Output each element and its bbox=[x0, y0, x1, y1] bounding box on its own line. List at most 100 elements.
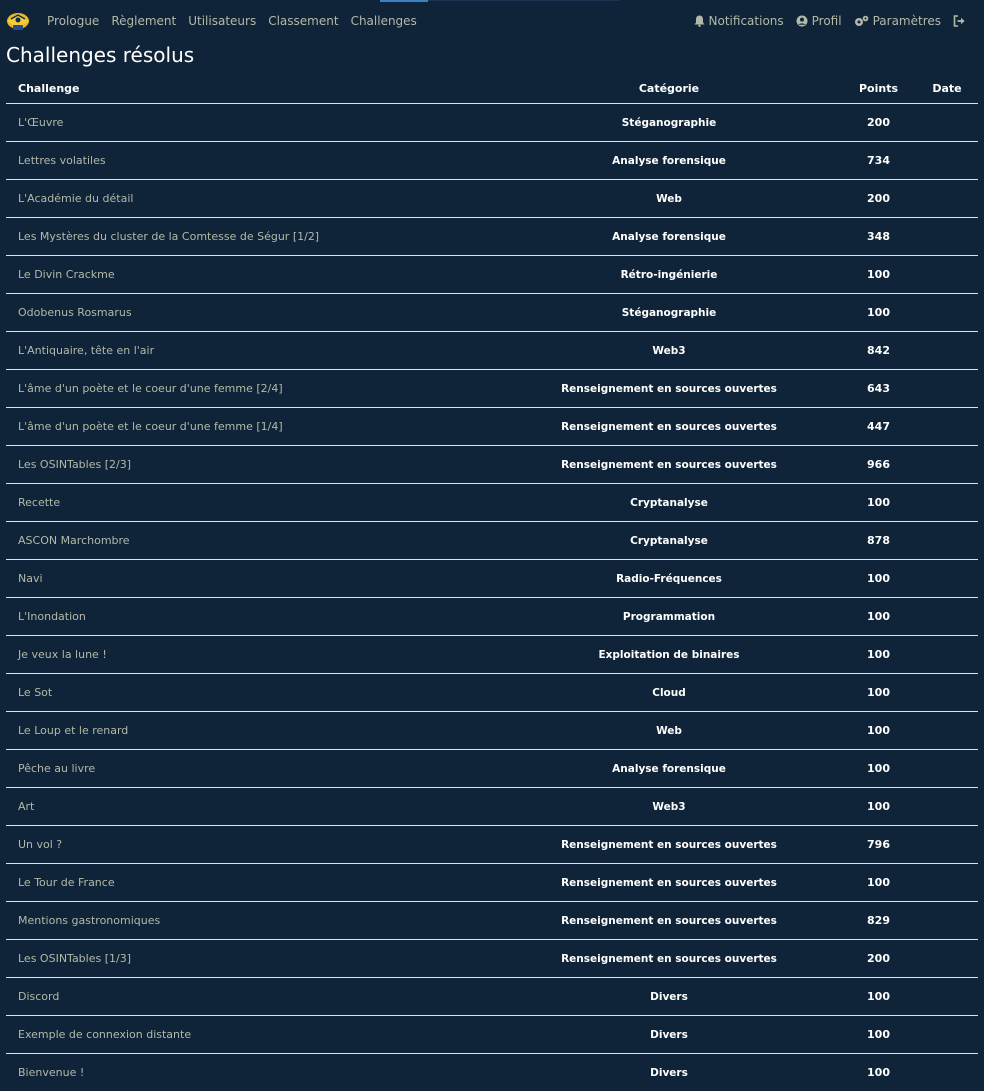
points-cell: 100 bbox=[841, 560, 916, 598]
challenge-link[interactable]: Pêche au livre bbox=[6, 750, 497, 788]
points-cell: 100 bbox=[841, 788, 916, 826]
challenge-link[interactable]: Le Divin Crackme bbox=[6, 256, 497, 294]
ctf-logo-icon[interactable] bbox=[5, 9, 31, 33]
category-cell: Programmation bbox=[497, 598, 841, 636]
challenge-link[interactable]: Un vol ? bbox=[6, 826, 497, 864]
category-cell: Web3 bbox=[497, 788, 841, 826]
category-cell: Analyse forensique bbox=[497, 218, 841, 256]
settings-link[interactable]: Paramètres bbox=[854, 13, 941, 29]
challenge-link[interactable]: Le Loup et le renard bbox=[6, 712, 497, 750]
challenge-link[interactable]: L'Œuvre bbox=[6, 104, 497, 142]
challenge-link[interactable]: ASCON Marchombre bbox=[6, 522, 497, 560]
date-cell bbox=[916, 180, 978, 218]
nav-utilisateurs[interactable]: Utilisateurs bbox=[188, 13, 256, 29]
challenge-link[interactable]: Odobenus Rosmarus bbox=[6, 294, 497, 332]
category-cell: Cryptanalyse bbox=[497, 484, 841, 522]
challenge-link[interactable]: L'Inondation bbox=[6, 598, 497, 636]
challenge-link[interactable]: Exemple de connexion distante bbox=[6, 1016, 497, 1054]
table-row: Pêche au livreAnalyse forensique100 bbox=[6, 750, 978, 788]
date-cell bbox=[916, 978, 978, 1016]
table-row: Les OSINTables [1/3]Renseignement en sou… bbox=[6, 940, 978, 978]
nav-prologue[interactable]: Prologue bbox=[47, 13, 99, 29]
table-row: RecetteCryptanalyse100 bbox=[6, 484, 978, 522]
table-row: Odobenus RosmarusStéganographie100 bbox=[6, 294, 978, 332]
nav-challenges[interactable]: Challenges bbox=[351, 13, 417, 29]
date-cell bbox=[916, 256, 978, 294]
table-row: L'âme d'un poète et le coeur d'une femme… bbox=[6, 370, 978, 408]
header-category: Catégorie bbox=[497, 74, 841, 104]
category-cell: Renseignement en sources ouvertes bbox=[497, 940, 841, 978]
challenge-link[interactable]: Bienvenue ! bbox=[6, 1054, 497, 1091]
table-row: Les Mystères du cluster de la Comtesse d… bbox=[6, 218, 978, 256]
table-row: L'âme d'un poète et le coeur d'une femme… bbox=[6, 408, 978, 446]
notifications-link[interactable]: Notifications bbox=[694, 13, 784, 29]
settings-label: Paramètres bbox=[873, 13, 941, 29]
category-cell: Web3 bbox=[497, 332, 841, 370]
challenge-link[interactable]: Les OSINTables [1/3] bbox=[6, 940, 497, 978]
category-cell: Renseignement en sources ouvertes bbox=[497, 370, 841, 408]
header-date: Date bbox=[916, 74, 978, 104]
challenge-link[interactable]: L'âme d'un poète et le coeur d'une femme… bbox=[6, 408, 497, 446]
date-cell bbox=[916, 560, 978, 598]
logout-link[interactable] bbox=[953, 15, 970, 27]
table-row: Lettres volatilesAnalyse forensique734 bbox=[6, 142, 978, 180]
date-cell bbox=[916, 940, 978, 978]
table-row: ASCON MarchombreCryptanalyse878 bbox=[6, 522, 978, 560]
category-cell: Renseignement en sources ouvertes bbox=[497, 408, 841, 446]
challenge-link[interactable]: L'Académie du détail bbox=[6, 180, 497, 218]
category-cell: Renseignement en sources ouvertes bbox=[497, 902, 841, 940]
category-cell: Analyse forensique bbox=[497, 142, 841, 180]
date-cell bbox=[916, 598, 978, 636]
nav-reglement[interactable]: Règlement bbox=[111, 13, 176, 29]
category-cell: Divers bbox=[497, 1016, 841, 1054]
category-cell: Renseignement en sources ouvertes bbox=[497, 826, 841, 864]
challenge-link[interactable]: Discord bbox=[6, 978, 497, 1016]
date-cell bbox=[916, 370, 978, 408]
table-row: Bienvenue !Divers100 bbox=[6, 1054, 978, 1091]
points-cell: 447 bbox=[841, 408, 916, 446]
date-cell bbox=[916, 484, 978, 522]
challenge-link[interactable]: Navi bbox=[6, 560, 497, 598]
date-cell bbox=[916, 218, 978, 256]
challenge-link[interactable]: Art bbox=[6, 788, 497, 826]
table-row: Je veux la lune !Exploitation de binaire… bbox=[6, 636, 978, 674]
table-row: Le Divin CrackmeRétro-ingénierie100 bbox=[6, 256, 978, 294]
challenge-link[interactable]: Le Tour de France bbox=[6, 864, 497, 902]
challenge-link[interactable]: Lettres volatiles bbox=[6, 142, 497, 180]
notifications-label: Notifications bbox=[709, 13, 784, 29]
challenge-link[interactable]: Les Mystères du cluster de la Comtesse d… bbox=[6, 218, 497, 256]
challenge-link[interactable]: L'Antiquaire, tête en l'air bbox=[6, 332, 497, 370]
table-row: Le Loup et le renardWeb100 bbox=[6, 712, 978, 750]
user-circle-icon bbox=[796, 15, 808, 27]
profile-link[interactable]: Profil bbox=[796, 13, 842, 29]
date-cell bbox=[916, 104, 978, 142]
category-cell: Analyse forensique bbox=[497, 750, 841, 788]
points-cell: 100 bbox=[841, 484, 916, 522]
challenge-link[interactable]: Le Sot bbox=[6, 674, 497, 712]
points-cell: 100 bbox=[841, 598, 916, 636]
challenge-link[interactable]: Je veux la lune ! bbox=[6, 636, 497, 674]
nav-classement[interactable]: Classement bbox=[268, 13, 338, 29]
challenge-link[interactable]: Les OSINTables [2/3] bbox=[6, 446, 497, 484]
table-row: DiscordDivers100 bbox=[6, 978, 978, 1016]
category-cell: Renseignement en sources ouvertes bbox=[497, 446, 841, 484]
challenge-link[interactable]: Recette bbox=[6, 484, 497, 522]
points-cell: 100 bbox=[841, 636, 916, 674]
category-cell: Cryptanalyse bbox=[497, 522, 841, 560]
points-cell: 842 bbox=[841, 332, 916, 370]
challenge-link[interactable]: Mentions gastronomiques bbox=[6, 902, 497, 940]
table-row: L'InondationProgrammation100 bbox=[6, 598, 978, 636]
table-row: NaviRadio-Fréquences100 bbox=[6, 560, 978, 598]
header-challenge: Challenge bbox=[6, 74, 497, 104]
user-nav: Notifications Profil Paramètres bbox=[682, 13, 970, 29]
table-row: Les OSINTables [2/3]Renseignement en sou… bbox=[6, 446, 978, 484]
main-nav: Prologue Règlement Utilisateurs Classeme… bbox=[47, 13, 429, 29]
category-cell: Web bbox=[497, 712, 841, 750]
active-tab-indicator bbox=[380, 0, 428, 2]
table-row: L'ŒuvreStéganographie200 bbox=[6, 104, 978, 142]
date-cell bbox=[916, 332, 978, 370]
points-cell: 200 bbox=[841, 940, 916, 978]
top-divider bbox=[428, 0, 620, 1]
challenge-link[interactable]: L'âme d'un poète et le coeur d'une femme… bbox=[6, 370, 497, 408]
points-cell: 348 bbox=[841, 218, 916, 256]
